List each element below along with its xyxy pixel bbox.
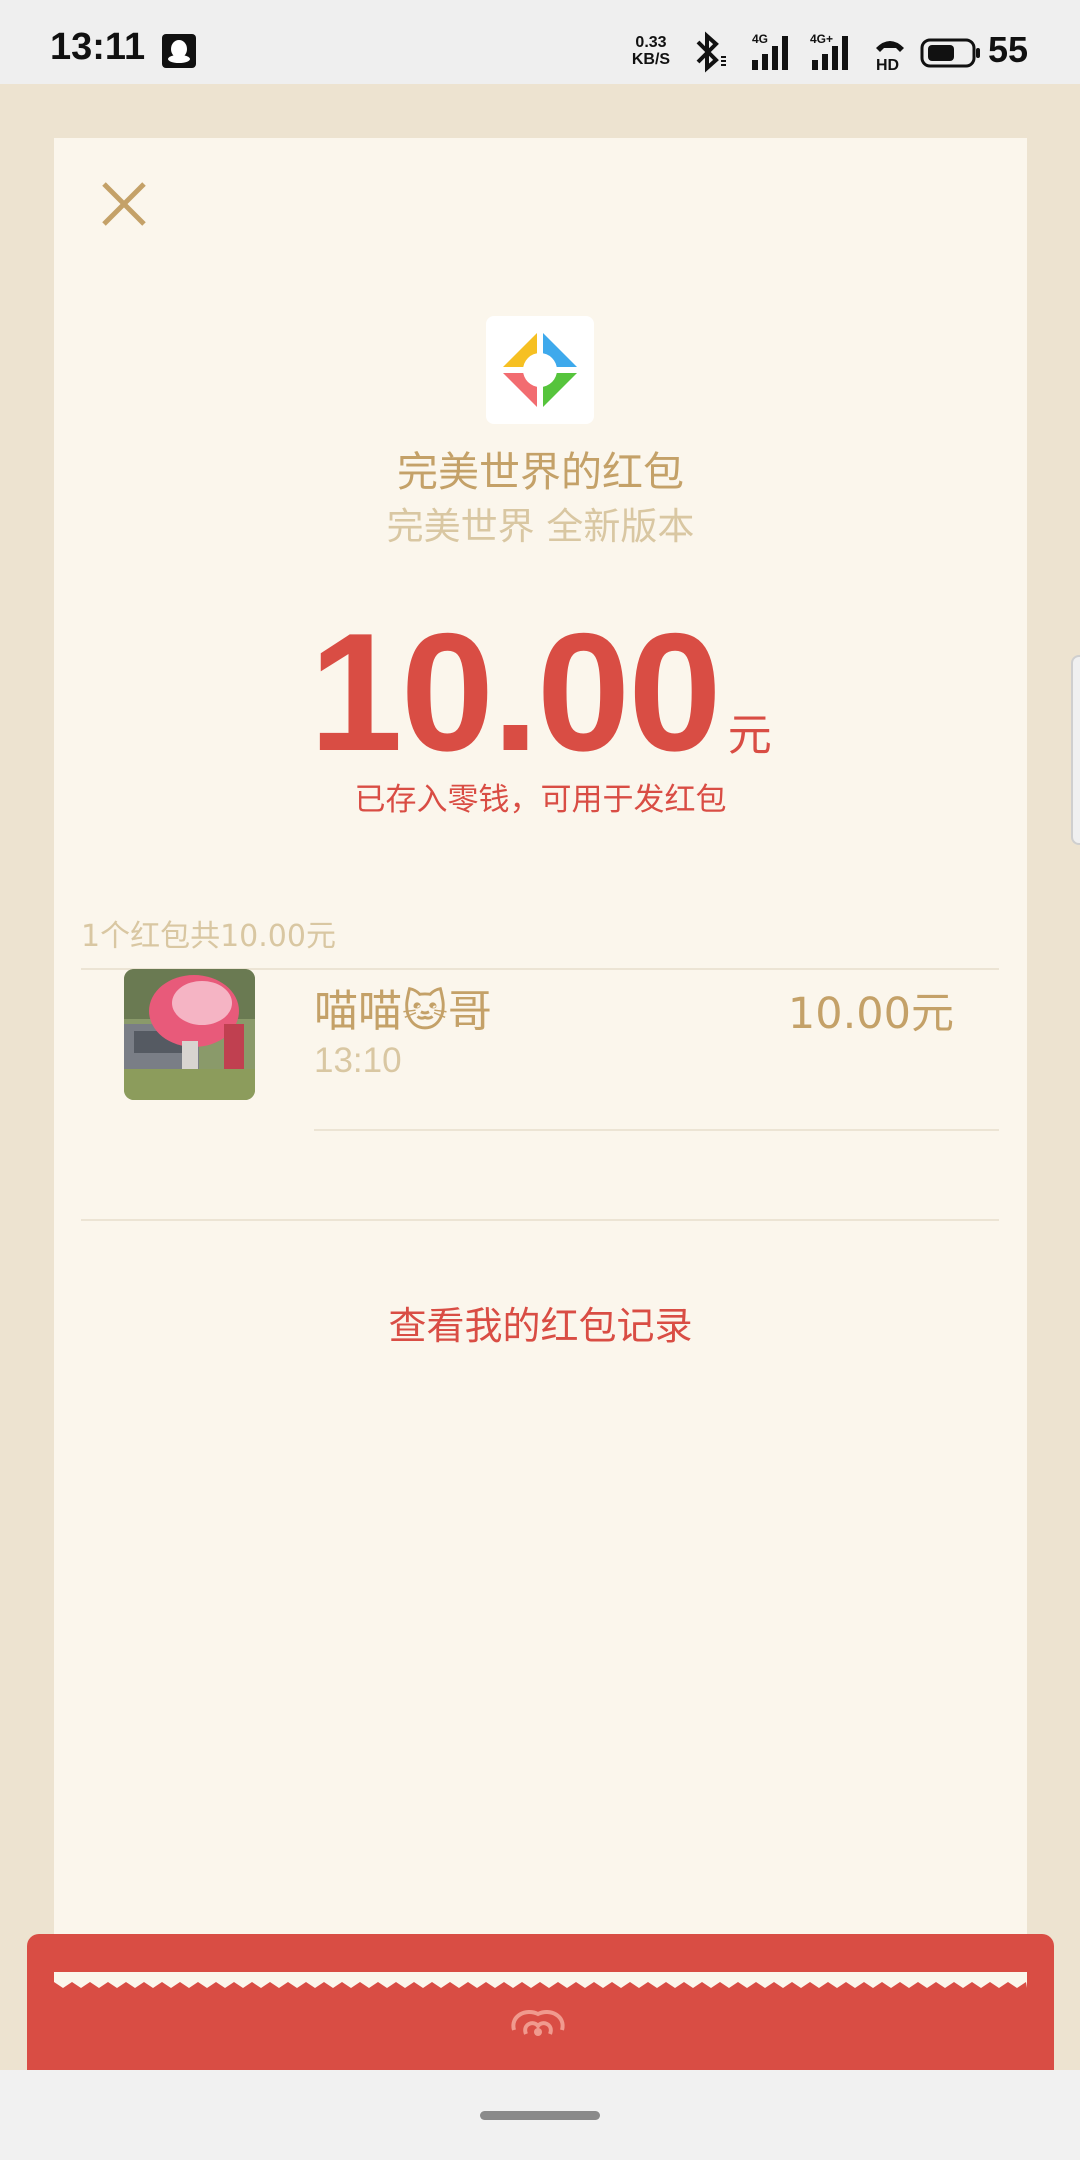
hd-label: HD [876,57,899,74]
battery-level: 55 [988,29,1029,70]
signal-1-label: 4G [752,32,768,46]
net-speed: 0.33 KB/S [626,34,676,68]
status-time: 13:11 [50,26,146,68]
red-packet-footer [27,1934,1054,2070]
signal-icon: 4G [752,32,788,70]
packet-summary: 1个红包共10.00元 [81,919,336,954]
net-speed-value: 0.33 [635,34,667,51]
hd-call-icon: HD [876,41,904,74]
avatar-photo [124,969,255,1100]
status-bar: 13:11 0.33 KB/S 4G 4G+ HD 55 [0,0,1080,84]
edge-panel-handle[interactable] [1071,655,1080,845]
list-item[interactable]: 喵喵🐱哥 13:10 10.00元 [81,969,999,1191]
app-logo-icon [500,330,580,410]
divider [81,1219,999,1221]
record-divider [314,1129,999,1131]
amount-display: 10.00 元 [54,608,1027,776]
amount-note[interactable]: 已存入零钱，可用于发红包 [54,774,1027,819]
record-name: 喵喵🐱哥 [314,986,492,1037]
qq-icon [162,34,196,68]
cloud-emblem-icon [511,2010,565,2036]
navigation-bar [0,2070,1080,2160]
red-packet-card: 完美世界的红包 完美世界 全新版本 10.00 元 已存入零钱，可用于发红包 1个… [54,138,1027,1988]
amount-value: 10.00 [309,598,721,786]
signal-icon-2: 4G+ [810,32,848,70]
app-logo [486,316,594,424]
close-icon[interactable] [94,174,154,234]
record-amount: 10.00元 [787,989,954,1039]
zigzag-edge [54,1972,1027,1988]
signal-2-label: 4G+ [810,32,833,46]
avatar[interactable] [124,969,255,1100]
net-speed-unit: KB/S [631,51,671,68]
sender-title: 完美世界的红包 [397,448,684,496]
home-indicator[interactable] [480,2111,600,2120]
amount-unit: 元 [727,710,772,761]
battery-icon [920,38,980,68]
sender-subtitle: 完美世界 全新版本 [386,505,695,548]
record-time: 13:10 [314,1041,402,1080]
bluetooth-icon [696,31,726,73]
view-history-link[interactable]: 查看我的红包记录 [54,1295,1027,1350]
